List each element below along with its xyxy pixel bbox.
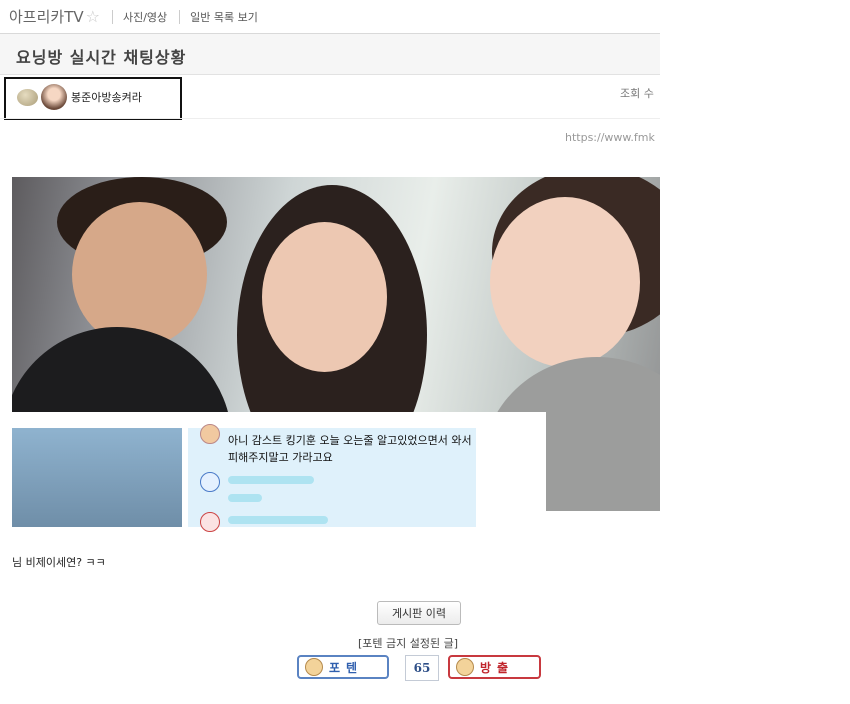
blurred-username <box>228 516 328 524</box>
chat-screenshot: 아니 감스트 킹기훈 오늘 오는줄 알고있었으면서 와서 피해주지말고 가라고요 <box>12 412 546 532</box>
downvote-button[interactable]: 방출 <box>448 655 541 679</box>
author-info[interactable]: 봉준아방송켜라 <box>4 77 182 120</box>
upvote-button[interactable]: 포텐 <box>297 655 389 679</box>
chat-avatar-icon <box>200 472 220 492</box>
upvote-label: 포텐 <box>329 660 364 675</box>
source-url-link[interactable]: https://www.fmk <box>565 131 660 144</box>
vote-count: 65 <box>405 655 439 681</box>
views-label: 조회 수 <box>620 87 654 100</box>
nav-link-list-view[interactable]: 일반 목록 보기 <box>190 9 258 25</box>
chat-avatar-icon <box>200 512 220 532</box>
divider <box>111 9 113 24</box>
person-middle-face <box>262 222 387 372</box>
nav-link-photo-video[interactable]: 사진/영상 <box>123 9 167 25</box>
member-level-icon <box>17 89 38 106</box>
person-left-face <box>72 202 207 347</box>
author-name[interactable]: 봉준아방송켜라 <box>71 89 142 105</box>
downvote-label: 방출 <box>480 660 515 675</box>
potten-disabled-notice: [포텐 금지 설정된 글] <box>358 637 459 650</box>
board-name-link[interactable]: 아프리카TV <box>9 6 84 27</box>
chat-avatar-icon <box>200 424 220 444</box>
chat-thumbnail <box>12 428 182 527</box>
divider <box>179 9 181 24</box>
star-icon[interactable]: ☆ <box>86 7 100 26</box>
post-body-text: 님 비제이세연? ㅋㅋ <box>12 556 106 569</box>
person-right-face <box>490 197 640 367</box>
chat-message: 아니 감스트 킹기훈 오늘 오는줄 알고있었으면서 와서 피해주지말고 가라고요 <box>228 434 472 464</box>
blurred-username <box>228 476 314 484</box>
post-title: 요닝방 실시간 채팅상황 <box>16 48 187 67</box>
chat-window: 아니 감스트 킹기훈 오늘 오는줄 알고있었으면서 와서 피해주지말고 가라고요 <box>188 424 476 532</box>
divider <box>0 118 660 119</box>
blurred-message <box>228 494 262 502</box>
post-title-bar: 요닝방 실시간 채팅상황 <box>0 34 660 75</box>
angry-face-icon <box>456 658 474 676</box>
board-history-button[interactable]: 게시판 이력 <box>377 601 461 625</box>
smile-face-icon <box>305 658 323 676</box>
board-header: 아프리카TV ☆ 사진/영상 일반 목록 보기 <box>0 0 660 34</box>
avatar[interactable] <box>41 84 67 110</box>
